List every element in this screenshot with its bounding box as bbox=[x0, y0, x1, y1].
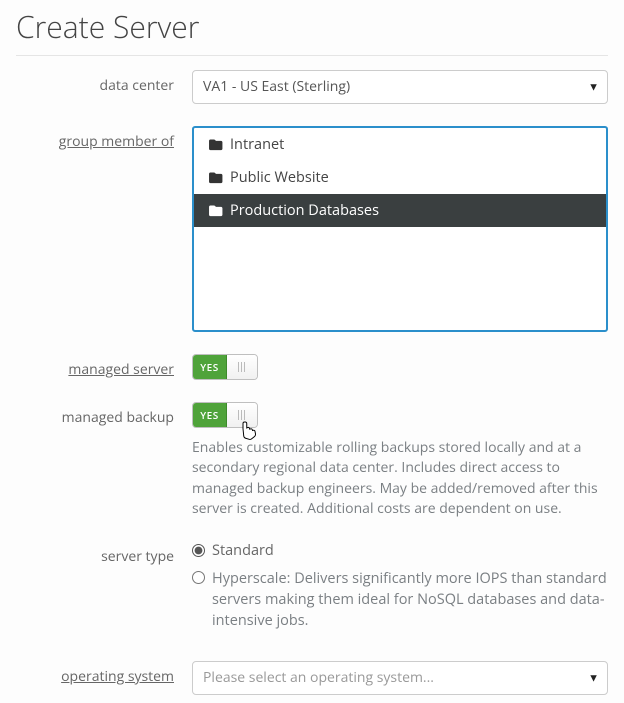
os-placeholder: Please select an operating system... bbox=[203, 668, 434, 687]
group-option[interactable]: Intranet bbox=[194, 128, 606, 161]
toggle-on-label: YES bbox=[193, 403, 227, 427]
label-data-center: data center bbox=[16, 70, 192, 95]
label-managed-backup: managed backup bbox=[16, 402, 192, 427]
page-title: Create Server bbox=[16, 0, 608, 56]
data-center-value: VA1 - US East (Sterling) bbox=[203, 77, 350, 96]
server-type-option-hyperscale[interactable]: Hyperscale: Delivers significantly more … bbox=[192, 568, 608, 631]
folder-icon bbox=[208, 139, 223, 151]
radio-label: Standard bbox=[212, 541, 274, 560]
group-option[interactable]: Production Databases bbox=[194, 194, 606, 227]
managed-backup-toggle[interactable]: YES bbox=[192, 402, 258, 428]
toggle-knob bbox=[227, 403, 257, 427]
chevron-down-icon: ▼ bbox=[588, 80, 599, 95]
label-server-type: server type bbox=[16, 541, 192, 566]
group-option-label: Intranet bbox=[230, 135, 284, 154]
radio-label: Hyperscale: Delivers significantly more … bbox=[212, 568, 608, 631]
group-option-label: Public Website bbox=[230, 168, 329, 187]
radio-standard[interactable] bbox=[192, 544, 205, 557]
label-group-member: group member of bbox=[16, 126, 192, 151]
group-option[interactable]: Public Website bbox=[194, 161, 606, 194]
managed-server-toggle[interactable]: YES bbox=[192, 354, 258, 380]
group-listbox[interactable]: Intranet Public Website Production Databas… bbox=[192, 126, 608, 332]
managed-backup-description: Enables customizable rolling backups sto… bbox=[192, 438, 608, 519]
server-type-option-standard[interactable]: Standard bbox=[192, 541, 608, 560]
toggle-on-label: YES bbox=[193, 355, 227, 379]
operating-system-select[interactable]: Please select an operating system... ▼ bbox=[192, 661, 608, 695]
group-option-label: Production Databases bbox=[230, 201, 379, 220]
label-managed-server: managed server bbox=[16, 354, 192, 379]
folder-icon bbox=[208, 205, 223, 217]
data-center-select[interactable]: VA1 - US East (Sterling) ▼ bbox=[192, 70, 608, 104]
radio-hyperscale[interactable] bbox=[192, 571, 205, 584]
folder-icon bbox=[208, 172, 223, 184]
label-operating-system: operating system bbox=[16, 661, 192, 686]
toggle-knob bbox=[227, 355, 257, 379]
chevron-down-icon: ▼ bbox=[588, 671, 599, 686]
